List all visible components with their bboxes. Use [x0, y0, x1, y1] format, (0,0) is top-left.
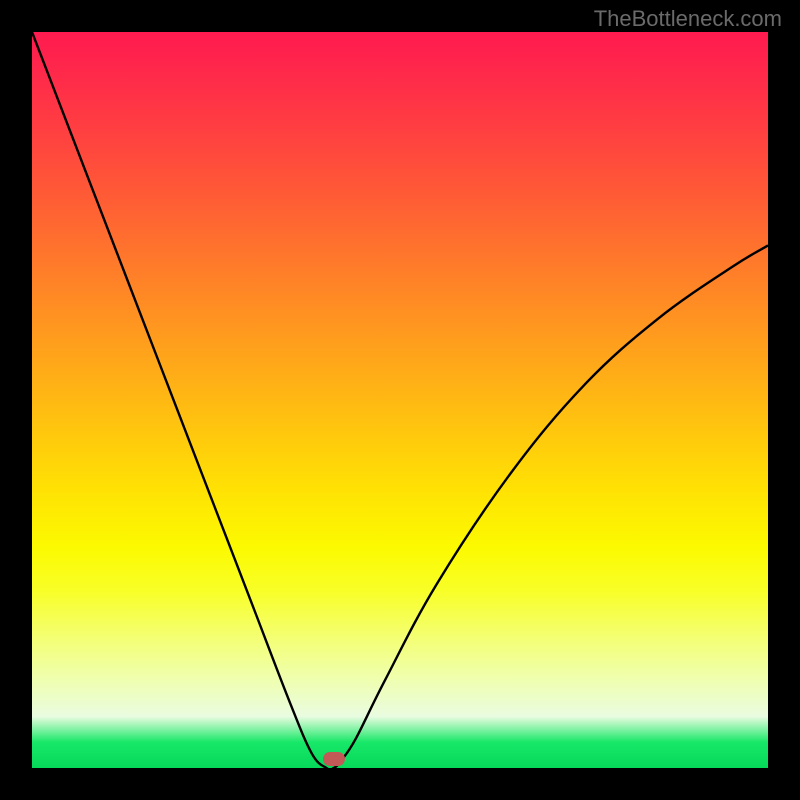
watermark-text: TheBottleneck.com	[594, 6, 782, 32]
optimum-marker	[323, 752, 345, 766]
bottleneck-curve-path	[32, 32, 768, 768]
curve-svg	[32, 32, 768, 768]
chart-plot-area	[32, 32, 768, 768]
